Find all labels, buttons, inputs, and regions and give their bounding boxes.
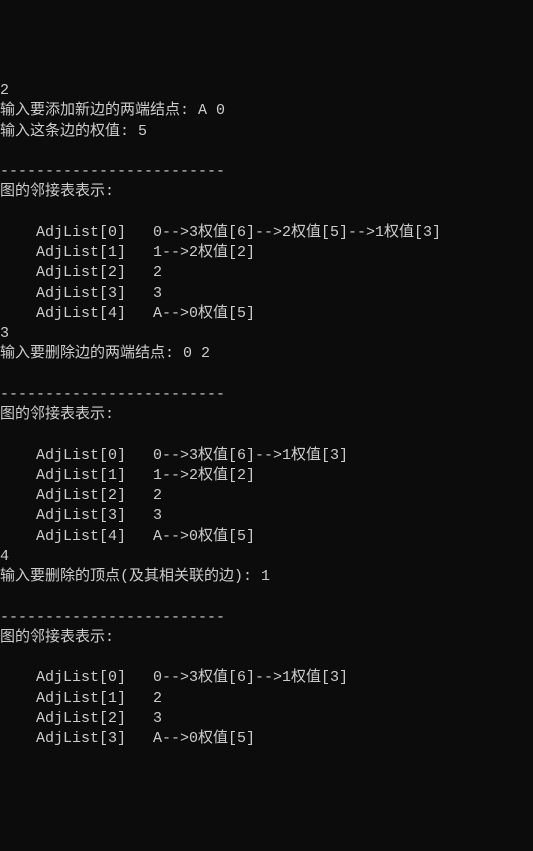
terminal-line: AdjList[3] 3 bbox=[0, 506, 533, 526]
terminal-line: AdjList[2] 2 bbox=[0, 486, 533, 506]
terminal-line: AdjList[4] A-->0权值[5] bbox=[0, 304, 533, 324]
terminal-line: 3 bbox=[0, 324, 533, 344]
terminal-line: 输入要删除边的两端结点: 0 2 bbox=[0, 344, 533, 364]
terminal-line bbox=[0, 648, 533, 668]
terminal-line: 输入这条边的权值: 5 bbox=[0, 122, 533, 142]
terminal-line: ------------------------- bbox=[0, 608, 533, 628]
terminal-line: AdjList[1] 1-->2权值[2] bbox=[0, 243, 533, 263]
terminal-line bbox=[0, 203, 533, 223]
terminal-output: 2输入要添加新边的两端结点: A 0输入这条边的权值: 5 ----------… bbox=[0, 81, 533, 749]
terminal-line: AdjList[0] 0-->3权值[6]-->2权值[5]-->1权值[3] bbox=[0, 223, 533, 243]
terminal-line: ------------------------- bbox=[0, 385, 533, 405]
terminal-line bbox=[0, 365, 533, 385]
terminal-line: AdjList[2] 3 bbox=[0, 709, 533, 729]
terminal-line: AdjList[3] 3 bbox=[0, 284, 533, 304]
terminal-line: AdjList[4] A-->0权值[5] bbox=[0, 527, 533, 547]
terminal-line: AdjList[3] A-->0权值[5] bbox=[0, 729, 533, 749]
terminal-line: 输入要添加新边的两端结点: A 0 bbox=[0, 101, 533, 121]
terminal-line: ------------------------- bbox=[0, 162, 533, 182]
terminal-line: AdjList[1] 2 bbox=[0, 689, 533, 709]
terminal-line: AdjList[2] 2 bbox=[0, 263, 533, 283]
terminal-line bbox=[0, 587, 533, 607]
terminal-line: 图的邻接表表示: bbox=[0, 405, 533, 425]
terminal-line: 4 bbox=[0, 547, 533, 567]
terminal-line bbox=[0, 425, 533, 445]
terminal-line: 输入要删除的顶点(及其相关联的边): 1 bbox=[0, 567, 533, 587]
terminal-line: AdjList[1] 1-->2权值[2] bbox=[0, 466, 533, 486]
terminal-line: 2 bbox=[0, 81, 533, 101]
terminal-line: 图的邻接表表示: bbox=[0, 182, 533, 202]
terminal-line: AdjList[0] 0-->3权值[6]-->1权值[3] bbox=[0, 668, 533, 688]
terminal-line bbox=[0, 142, 533, 162]
terminal-line: 图的邻接表表示: bbox=[0, 628, 533, 648]
terminal-line: AdjList[0] 0-->3权值[6]-->1权值[3] bbox=[0, 446, 533, 466]
